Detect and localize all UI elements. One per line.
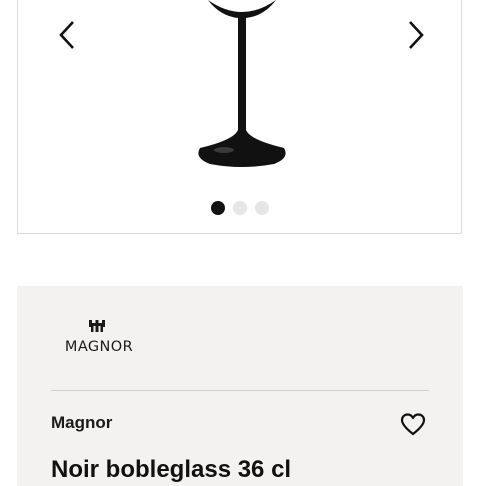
heart-outline-icon: [400, 413, 426, 436]
brand-logo[interactable]: MAGNOR: [61, 319, 141, 359]
brand-logo-text: MAGNOR: [64, 339, 134, 355]
chevron-left-icon: [59, 21, 74, 49]
gallery-dot-3[interactable]: [254, 201, 269, 215]
chevron-right-icon: [409, 21, 424, 49]
next-image-button[interactable]: [399, 16, 433, 54]
favorite-button[interactable]: [400, 412, 426, 438]
crown-icon: [89, 320, 105, 332]
gallery-pagination: [18, 201, 461, 215]
product-image: [198, 0, 286, 167]
divider: [51, 390, 429, 391]
product-brand-link[interactable]: Magnor: [51, 413, 112, 433]
gallery-dot-2[interactable]: [232, 201, 247, 215]
gallery-dot-1[interactable]: [210, 201, 225, 215]
previous-image-button[interactable]: [50, 16, 84, 54]
product-info-card: MAGNOR Magnor Noir bobleglass 36 cl: [17, 286, 463, 486]
product-image-gallery: [17, 0, 462, 234]
